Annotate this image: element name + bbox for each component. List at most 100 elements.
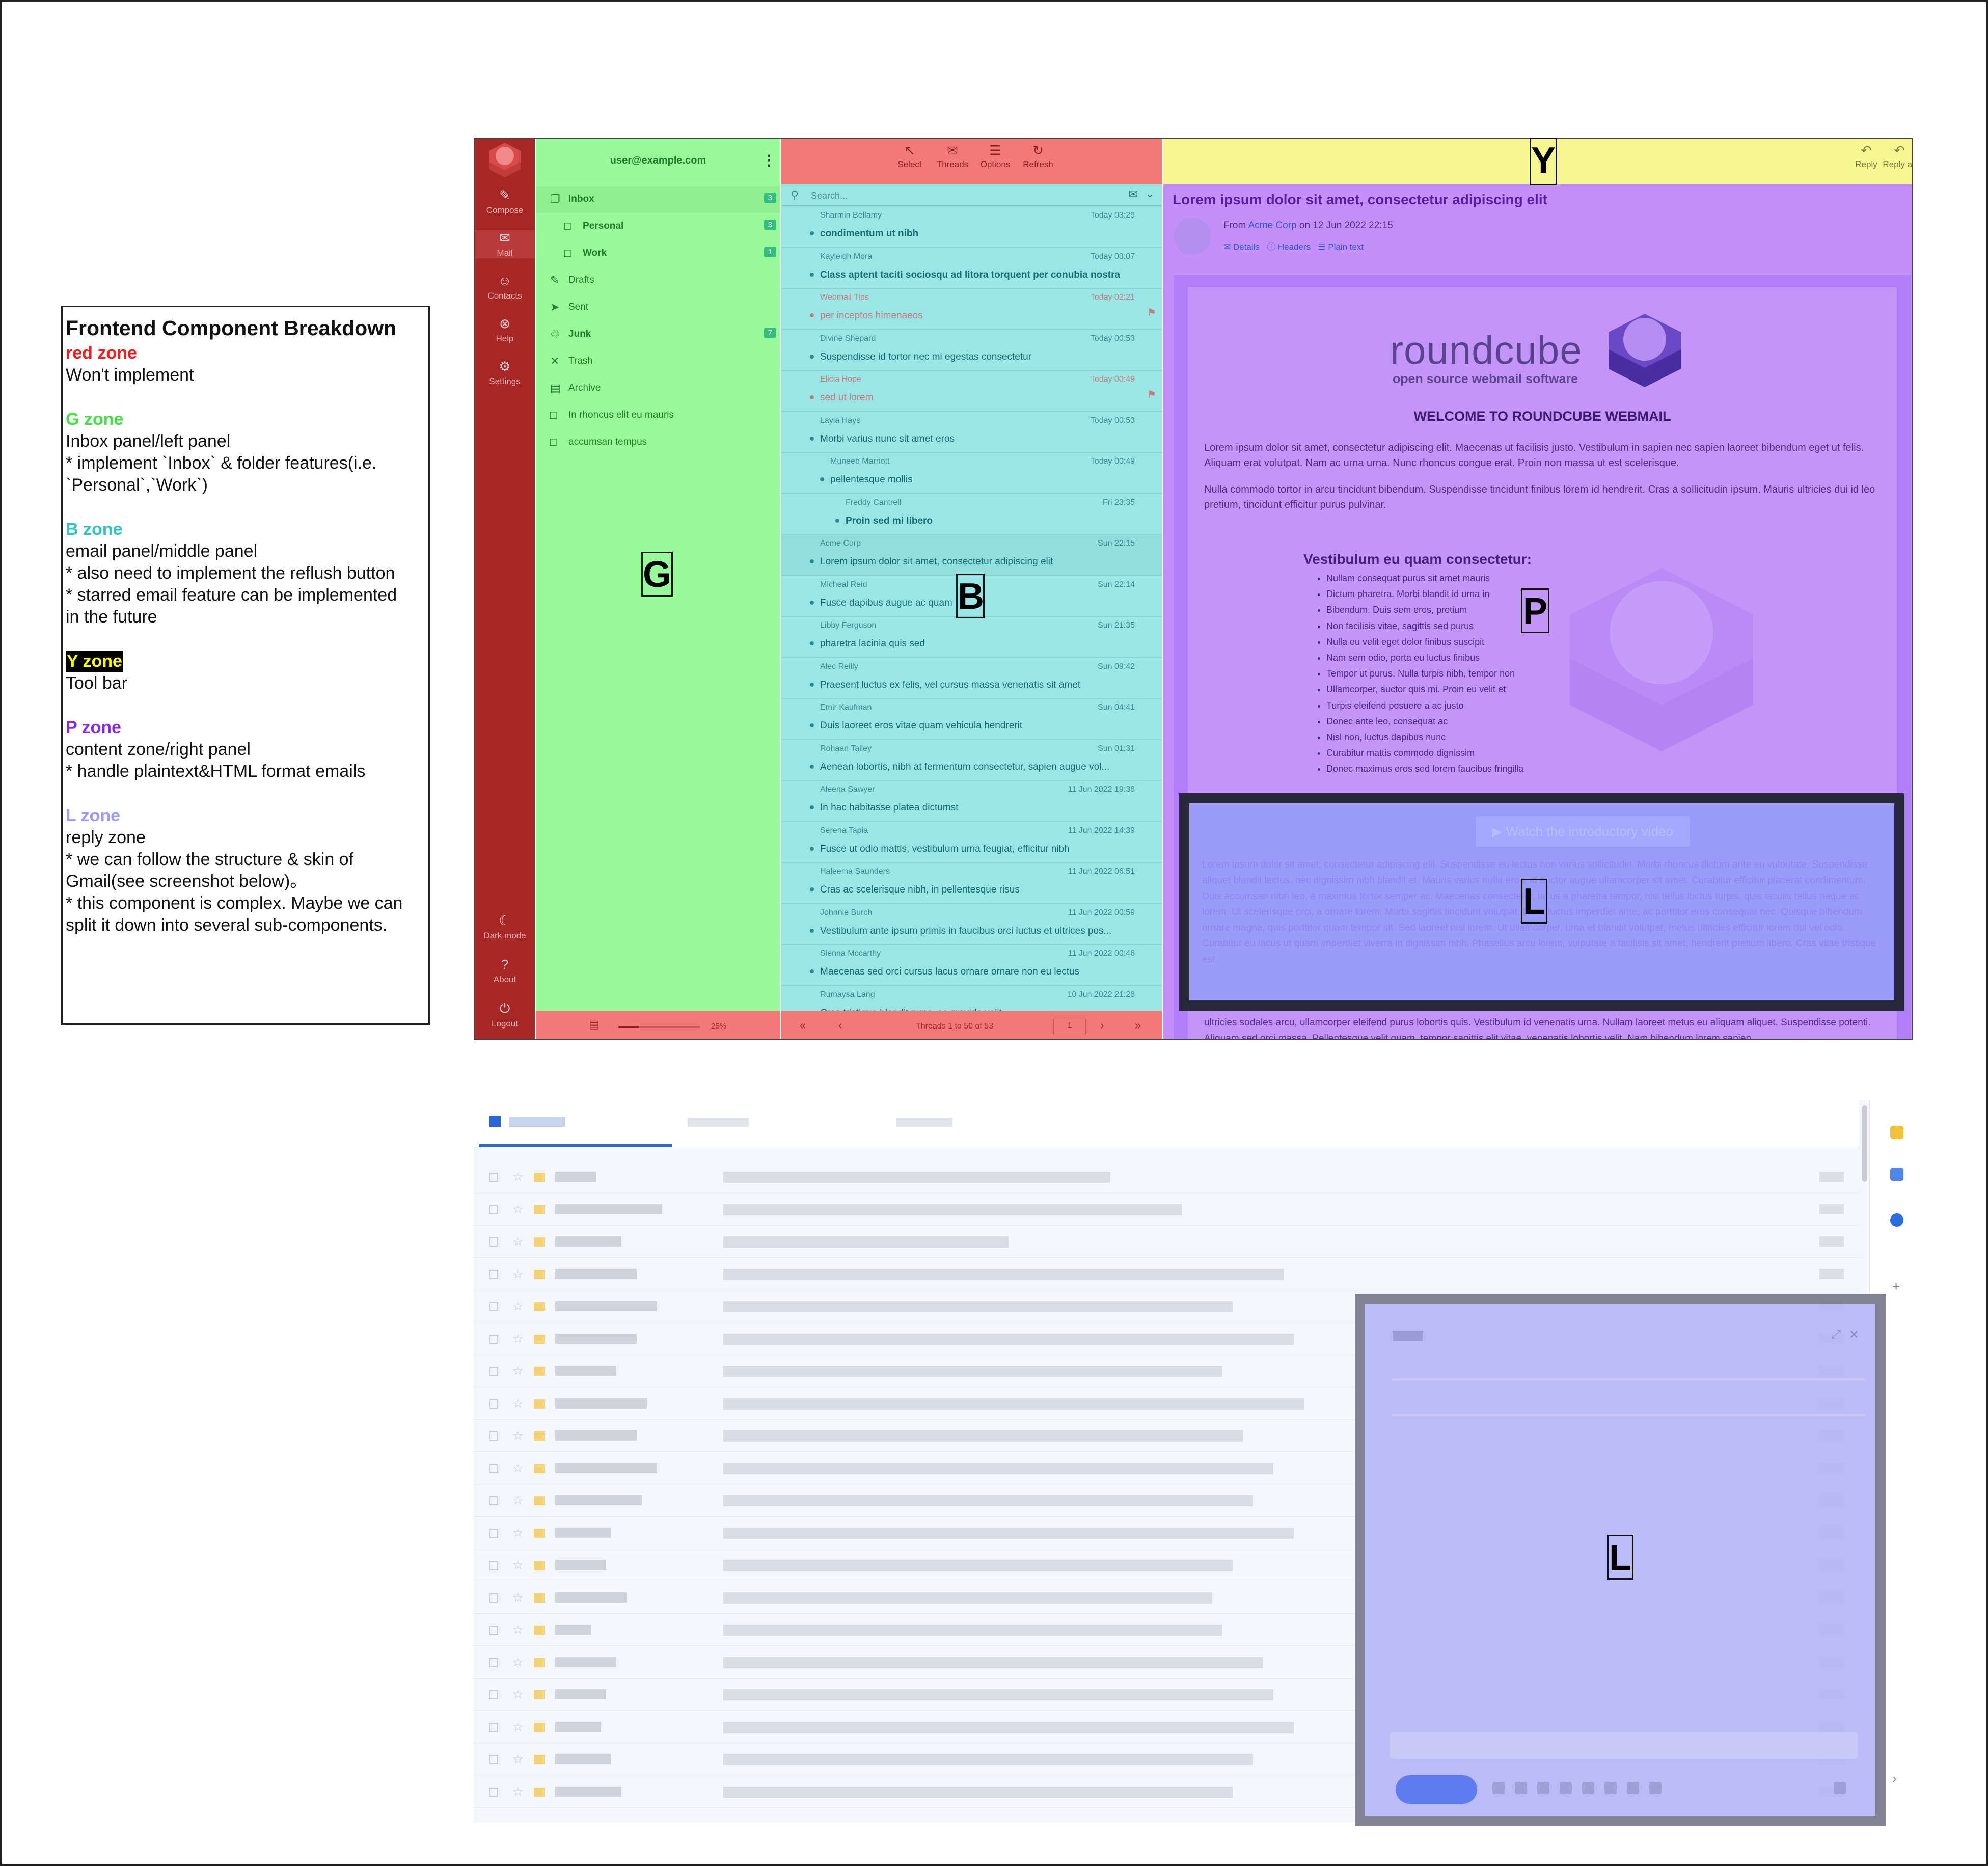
checkbox[interactable]: [489, 1205, 498, 1214]
checkbox[interactable]: [489, 1399, 498, 1409]
nav-item-mail[interactable]: ✉ Mail: [475, 230, 535, 258]
page-input[interactable]: 1: [1053, 1018, 1086, 1034]
checkbox[interactable]: [489, 1528, 498, 1538]
folder-item[interactable]: ✎ Drafts: [536, 267, 780, 294]
promotions-tab-label[interactable]: [896, 1118, 952, 1127]
star-icon[interactable]: ☆: [512, 1526, 524, 1540]
inbox-tab-label[interactable]: [509, 1117, 565, 1127]
message-row[interactable]: Divine Shepard Today 00:53 Suspendisse id …: [781, 330, 1162, 371]
compose-subject-field[interactable]: [1392, 1414, 1865, 1416]
options-button[interactable]: ☰ Options: [975, 143, 1016, 170]
gmail-scrollbar[interactable]: [1862, 1105, 1867, 1182]
nav-item-help[interactable]: ⊗ Help: [475, 316, 535, 344]
message-row[interactable]: Webmail Tips Today 02:21 per inceptos hime…: [781, 289, 1162, 330]
importance-marker-icon[interactable]: [534, 1399, 545, 1409]
checkbox[interactable]: [489, 1173, 498, 1182]
add-addon-icon[interactable]: +: [1892, 1279, 1900, 1294]
discard-draft-icon[interactable]: [1834, 1782, 1846, 1794]
checkbox[interactable]: [489, 1593, 498, 1603]
search-options-icon[interactable]: ✉: [1129, 187, 1138, 201]
star-icon[interactable]: ☆: [512, 1364, 524, 1378]
importance-marker-icon[interactable]: [534, 1496, 545, 1505]
compose-format-toolbar[interactable]: [1390, 1732, 1858, 1759]
star-icon[interactable]: ☆: [512, 1170, 524, 1184]
account-menu-icon[interactable]: ⋮: [762, 139, 776, 182]
folder-item[interactable]: ➤ Sent: [536, 294, 780, 321]
emoji-icon[interactable]: [1560, 1782, 1572, 1794]
message-row[interactable]: Freddy Cantrell Fri 23:35 Proin sed mi lib…: [781, 494, 1162, 535]
photo-icon[interactable]: [1604, 1782, 1617, 1794]
importance-marker-icon[interactable]: [534, 1464, 545, 1473]
drive-icon[interactable]: [1582, 1782, 1594, 1794]
checkbox[interactable]: [489, 1334, 498, 1344]
nav-item-settings[interactable]: ⚙ Settings: [475, 359, 535, 387]
calendar-icon[interactable]: [1890, 1126, 1903, 1139]
message-row[interactable]: Emir Kaufman Sun 04:41 Duis laoreet eros v…: [781, 699, 1162, 740]
star-icon[interactable]: ☆: [512, 1396, 524, 1411]
star-icon[interactable]: ☆: [512, 1234, 524, 1249]
first-page-icon[interactable]: «: [800, 1019, 806, 1032]
star-icon[interactable]: ☆: [512, 1332, 524, 1346]
from-link[interactable]: Acme Corp: [1248, 220, 1297, 231]
last-page-icon[interactable]: »: [1135, 1019, 1141, 1032]
threads-button[interactable]: ✉ Threads: [932, 143, 973, 170]
folder-item[interactable]: ♲ Junk 7: [536, 321, 780, 348]
message-row[interactable]: Haleema Saunders 11 Jun 2022 06:51 Cras ac…: [781, 863, 1162, 904]
checkbox[interactable]: [489, 1626, 498, 1635]
checkbox[interactable]: [489, 1561, 498, 1570]
format-icon[interactable]: [1492, 1782, 1505, 1794]
expand-side-panel-icon[interactable]: ›: [1892, 1771, 1897, 1787]
folder-item[interactable]: □ In rhoncus elit eu mauris: [536, 402, 780, 429]
star-icon[interactable]: ☆: [512, 1622, 524, 1637]
gmail-list-row[interactable]: ☆: [474, 1194, 1859, 1226]
message-row[interactable]: Johnnie Burch 11 Jun 2022 00:59 Vestibulum…: [781, 904, 1162, 945]
compose-expand-icon[interactable]: ⤢: [1831, 1328, 1841, 1342]
details-link[interactable]: ✉ Details: [1223, 242, 1260, 252]
chevron-down-icon[interactable]: ⌄: [1146, 187, 1154, 200]
message-row[interactable]: Acme Corp Sun 22:15 Lorem ipsum dolor sit …: [781, 535, 1162, 576]
attach-icon[interactable]: [1515, 1782, 1527, 1794]
forward-button[interactable]: ↷Forward: [1912, 143, 1913, 170]
star-icon[interactable]: ☆: [512, 1493, 524, 1508]
compose-to-field[interactable]: [1392, 1378, 1865, 1381]
checkbox[interactable]: [489, 1237, 498, 1247]
importance-marker-icon[interactable]: [534, 1269, 545, 1279]
search-bar[interactable]: ⚲ Search... ✉ ⌄: [781, 184, 1162, 206]
gmail-list-row[interactable]: ☆: [474, 1226, 1859, 1258]
prev-page-icon[interactable]: ‹: [838, 1019, 842, 1032]
folder-item[interactable]: □ accumsan tempus: [536, 429, 780, 456]
link-icon[interactable]: [1537, 1782, 1549, 1794]
checkbox[interactable]: [489, 1722, 498, 1732]
nav-item-compose[interactable]: ✎ Compose: [475, 187, 535, 215]
lock-icon[interactable]: [1627, 1782, 1639, 1794]
checkbox[interactable]: [489, 1431, 498, 1441]
flag-icon[interactable]: ⚑: [1147, 306, 1156, 319]
importance-marker-icon[interactable]: [534, 1334, 545, 1344]
star-icon[interactable]: ☆: [512, 1461, 524, 1476]
importance-marker-icon[interactable]: [534, 1173, 545, 1182]
message-row[interactable]: Muneeb Marriott Today 00:49 pellentesque m…: [781, 453, 1162, 494]
folder-item[interactable]: ❐ Inbox 3: [536, 186, 780, 213]
refresh-button[interactable]: ↻ Refresh: [1018, 143, 1058, 170]
message-row[interactable]: Serena Tapia 11 Jun 2022 14:39 Fusce ut od…: [781, 822, 1162, 863]
select-button[interactable]: ↖ Select: [889, 143, 930, 170]
importance-marker-icon[interactable]: [534, 1787, 545, 1797]
message-row[interactable]: Elicia Hope Today 00:49 sed ut lorem ⚑: [781, 371, 1162, 412]
compose-send-button[interactable]: [1396, 1775, 1477, 1804]
message-row[interactable]: Sienna Mccarthy 11 Jun 2022 00:46 Maecenas…: [781, 945, 1162, 986]
importance-marker-icon[interactable]: [534, 1722, 545, 1732]
importance-marker-icon[interactable]: [534, 1431, 545, 1441]
reply-all-button[interactable]: ↶ Reply all: [1879, 143, 1912, 170]
nav-item-logout[interactable]: ⏻ Logout: [475, 1000, 535, 1029]
message-row[interactable]: Sharmin Bellamy Today 03:29 condimentum ut…: [781, 207, 1162, 248]
star-icon[interactable]: ☆: [512, 1752, 524, 1767]
checkbox[interactable]: [489, 1496, 498, 1505]
star-icon[interactable]: ☆: [512, 1687, 524, 1702]
tasks-icon[interactable]: [1890, 1213, 1903, 1227]
folder-item[interactable]: □ Personal 3: [536, 213, 780, 240]
star-icon[interactable]: ☆: [512, 1558, 524, 1573]
next-page-icon[interactable]: ›: [1100, 1019, 1104, 1032]
star-icon[interactable]: ☆: [512, 1202, 524, 1217]
importance-marker-icon[interactable]: [534, 1755, 545, 1764]
plain-text-link[interactable]: ☰ Plain text: [1318, 242, 1364, 252]
